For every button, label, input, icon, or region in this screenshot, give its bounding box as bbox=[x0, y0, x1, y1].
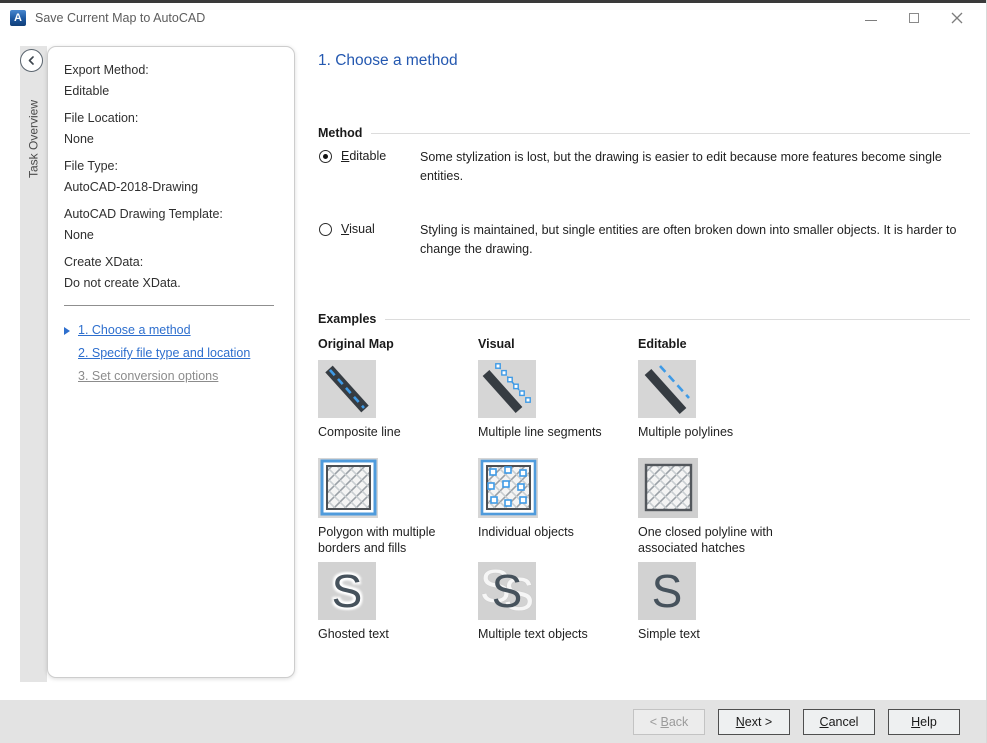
field-value: None bbox=[64, 225, 280, 246]
minimize-icon bbox=[865, 20, 877, 21]
visual-radio-label[interactable]: Visual bbox=[341, 222, 375, 236]
step-link-choose-method[interactable]: 1. Choose a method bbox=[78, 319, 191, 342]
closed-polyline-hatches-icon bbox=[638, 458, 698, 518]
cancel-button[interactable]: Cancel bbox=[803, 709, 875, 735]
dialog-footer: < Back Next > Cancel Help bbox=[0, 700, 986, 743]
example-label: Simple text bbox=[638, 626, 788, 642]
export-method-summary: Export Method: Editable bbox=[64, 60, 280, 102]
example-cell: S Ghosted text bbox=[318, 562, 478, 642]
field-value: None bbox=[64, 129, 280, 150]
method-section-title: Method bbox=[318, 126, 362, 140]
method-section-header: Method bbox=[318, 126, 970, 140]
visual-radio-option[interactable]: Visual bbox=[319, 222, 375, 236]
wizard-steps: 1. Choose a method 2. Specify file type … bbox=[64, 319, 280, 388]
example-label: Ghosted text bbox=[318, 626, 468, 642]
example-cell: Composite line bbox=[318, 360, 478, 458]
field-label: File Location: bbox=[64, 108, 280, 129]
column-header-original-map: Original Map bbox=[318, 337, 394, 351]
example-cell: Polygon with multiple borders and fills bbox=[318, 458, 478, 562]
visual-description: Styling is maintained, but single entiti… bbox=[420, 221, 972, 259]
section-rule bbox=[385, 319, 970, 320]
next-button[interactable]: Next > bbox=[718, 709, 790, 735]
column-header-visual: Visual bbox=[478, 337, 515, 351]
field-label: File Type: bbox=[64, 156, 280, 177]
editable-radio[interactable] bbox=[319, 150, 332, 163]
file-location-summary: File Location: None bbox=[64, 108, 280, 150]
example-label: Multiple text objects bbox=[478, 626, 628, 642]
section-rule bbox=[371, 133, 970, 134]
example-label: Polygon with multiple borders and fills bbox=[318, 524, 468, 556]
composite-line-icon bbox=[318, 360, 376, 418]
example-label: Individual objects bbox=[478, 524, 628, 540]
polygon-borders-fills-icon bbox=[318, 458, 378, 518]
close-icon bbox=[951, 12, 963, 24]
maximize-button[interactable] bbox=[907, 11, 921, 25]
examples-section-title: Examples bbox=[318, 312, 376, 326]
step-row-3: 3. Set conversion options bbox=[64, 365, 280, 388]
chevron-left-icon bbox=[27, 56, 36, 65]
field-label: Export Method: bbox=[64, 60, 280, 81]
editable-radio-label[interactable]: Editable bbox=[341, 149, 386, 163]
example-cell: S Simple text bbox=[638, 562, 970, 642]
example-cell: S S S Multiple text objects bbox=[478, 562, 638, 642]
drawing-template-summary: AutoCAD Drawing Template: None bbox=[64, 204, 280, 246]
example-cell: Multiple polylines bbox=[638, 360, 970, 458]
example-cell: Individual objects bbox=[478, 458, 638, 562]
window-controls bbox=[864, 11, 964, 25]
window-title: Save Current Map to AutoCAD bbox=[35, 11, 205, 25]
autocad-logo-icon: A bbox=[10, 10, 26, 26]
field-label: AutoCAD Drawing Template: bbox=[64, 204, 280, 225]
divider bbox=[64, 305, 274, 306]
multiple-polylines-icon bbox=[638, 360, 696, 418]
step-link-file-type-location[interactable]: 2. Specify file type and location bbox=[78, 342, 250, 365]
task-overview-panel: Export Method: Editable File Location: N… bbox=[47, 46, 295, 678]
simple-text-icon: S bbox=[638, 562, 696, 620]
field-label: Create XData: bbox=[64, 252, 280, 273]
field-value: AutoCAD-2018-Drawing bbox=[64, 177, 280, 198]
close-button[interactable] bbox=[950, 11, 964, 25]
page-title: 1. Choose a method bbox=[318, 52, 458, 70]
individual-objects-icon bbox=[478, 458, 538, 518]
example-label: Composite line bbox=[318, 424, 468, 440]
multiple-line-segments-icon bbox=[478, 360, 536, 418]
example-label: Multiple polylines bbox=[638, 424, 788, 440]
back-button: < Back bbox=[633, 709, 705, 735]
field-value: Editable bbox=[64, 81, 280, 102]
save-map-to-autocad-dialog: A Save Current Map to AutoCAD Task Overv… bbox=[0, 0, 987, 743]
step-row-2: 2. Specify file type and location bbox=[64, 342, 280, 365]
help-button[interactable]: Help bbox=[888, 709, 960, 735]
maximize-icon bbox=[909, 13, 919, 23]
example-cell: One closed polyline with associated hatc… bbox=[638, 458, 970, 562]
visual-radio[interactable] bbox=[319, 223, 332, 236]
collapse-panel-button[interactable] bbox=[20, 49, 43, 72]
minimize-button[interactable] bbox=[864, 11, 878, 25]
create-xdata-summary: Create XData: Do not create XData. bbox=[64, 252, 280, 294]
multiple-text-objects-icon: S S S bbox=[478, 562, 536, 620]
example-label: One closed polyline with associated hatc… bbox=[638, 524, 788, 556]
examples-section-header: Examples bbox=[318, 312, 970, 326]
step-link-conversion-options[interactable]: 3. Set conversion options bbox=[78, 365, 218, 388]
editable-radio-option[interactable]: Editable bbox=[319, 149, 386, 163]
file-type-summary: File Type: AutoCAD-2018-Drawing bbox=[64, 156, 280, 198]
column-header-editable: Editable bbox=[638, 337, 687, 351]
editable-description: Some stylization is lost, but the drawin… bbox=[420, 148, 972, 186]
examples-grid: Composite line bbox=[318, 360, 970, 642]
wizard-page-choose-method: 1. Choose a method Method Editable Some … bbox=[318, 46, 970, 700]
example-cell: Multiple line segments bbox=[478, 360, 638, 458]
task-overview-tab[interactable]: Task Overview bbox=[20, 84, 47, 194]
active-step-arrow-icon bbox=[64, 327, 70, 335]
step-row-1: 1. Choose a method bbox=[64, 319, 280, 342]
ghosted-text-icon: S bbox=[318, 562, 376, 620]
example-label: Multiple line segments bbox=[478, 424, 628, 440]
titlebar: A Save Current Map to AutoCAD bbox=[0, 3, 986, 33]
field-value: Do not create XData. bbox=[64, 273, 280, 294]
